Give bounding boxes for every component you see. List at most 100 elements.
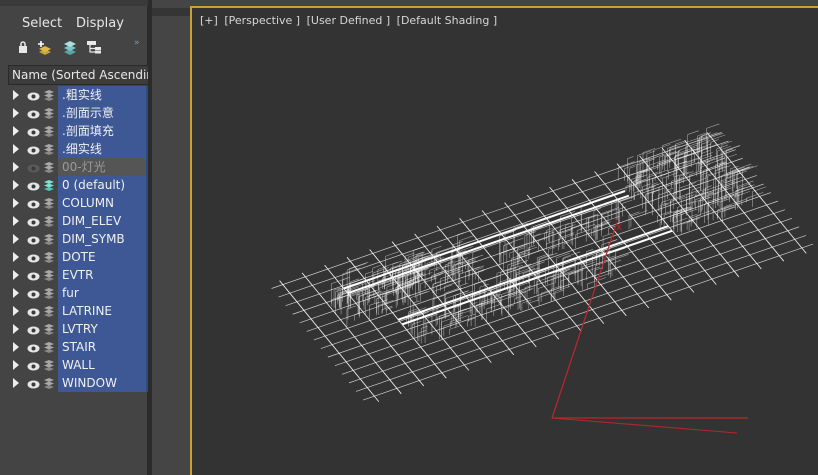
layer-name: .细实线 [62, 142, 102, 156]
panel-title-strip [0, 0, 148, 6]
eye-icon[interactable] [27, 144, 40, 155]
layer-stack-icon[interactable] [43, 124, 55, 138]
layer-stack-icon[interactable] [43, 376, 55, 390]
eye-icon[interactable] [27, 252, 40, 263]
eye-closed-icon[interactable] [27, 162, 40, 173]
layer-stack-icon[interactable] [43, 142, 55, 156]
layer-stack-icon[interactable] [43, 232, 55, 246]
explorer-toolbar: » [0, 38, 148, 62]
layer-name: DIM_SYMB [62, 232, 125, 246]
layer-row[interactable]: LVTRY [0, 320, 148, 338]
layer-row[interactable]: STAIR [0, 338, 148, 356]
layer-name: EVTR [62, 268, 94, 282]
expand-arrow-icon[interactable] [13, 198, 19, 208]
expand-arrow-icon[interactable] [13, 126, 19, 136]
name-column-header[interactable]: Name (Sorted Ascending [8, 65, 148, 85]
layer-name: WALL [62, 358, 95, 372]
layer-row[interactable]: WINDOW [0, 374, 148, 392]
layer-stack-icon[interactable] [43, 340, 55, 354]
perspective-viewport[interactable]: [+] [Perspective ] [User Defined ] [Defa… [190, 6, 818, 475]
layer-row[interactable]: COLUMN [0, 194, 148, 212]
expand-arrow-icon[interactable] [13, 360, 19, 370]
select-menu[interactable]: Select [22, 16, 62, 31]
layer-name: STAIR [62, 340, 97, 354]
layer-stack-icon[interactable] [43, 196, 55, 210]
expand-arrow-icon[interactable] [13, 216, 19, 226]
toolbar-overflow-icon[interactable]: » [134, 38, 140, 48]
expand-arrow-icon[interactable] [13, 252, 19, 262]
layer-stack-icon[interactable] [43, 268, 55, 282]
eye-icon[interactable] [27, 90, 40, 101]
eye-icon[interactable] [27, 108, 40, 119]
layer-row[interactable]: 00-灯光 [0, 158, 148, 176]
explorer-menubar: Select Display [0, 14, 148, 34]
layer-row[interactable]: .剖面填充 [0, 122, 148, 140]
expand-arrow-icon[interactable] [13, 108, 19, 118]
layer-stack-icon[interactable] [43, 304, 55, 318]
expand-arrow-icon[interactable] [13, 144, 19, 154]
layer-row[interactable]: .剖面示意 [0, 104, 148, 122]
expand-arrow-icon[interactable] [13, 306, 19, 316]
eye-icon[interactable] [27, 324, 40, 335]
layer-stack-icon[interactable] [43, 214, 55, 228]
layer-row[interactable]: DIM_SYMB [0, 230, 148, 248]
eye-icon[interactable] [27, 126, 40, 137]
add-layer-icon[interactable] [36, 40, 54, 58]
layer-name: .粗实线 [62, 88, 102, 102]
lock-icon[interactable] [14, 40, 32, 58]
layer-row[interactable]: LATRINE [0, 302, 148, 320]
layer-stack-icon[interactable] [43, 358, 55, 372]
viewport-side-strip [152, 0, 190, 475]
viewport-strip-top [152, 8, 190, 16]
expand-arrow-icon[interactable] [13, 288, 19, 298]
eye-icon[interactable] [27, 180, 40, 191]
scene-explorer-panel: Select Display » Name (Sorted Ascending … [0, 0, 148, 475]
eye-icon[interactable] [27, 198, 40, 209]
expand-arrow-icon[interactable] [13, 234, 19, 244]
layer-row[interactable]: DOTE [0, 248, 148, 266]
hierarchy-icon[interactable] [85, 40, 103, 58]
layer-row[interactable]: DIM_ELEV [0, 212, 148, 230]
eye-icon[interactable] [27, 234, 40, 245]
expand-arrow-icon[interactable] [13, 180, 19, 190]
layer-stack-icon[interactable] [43, 106, 55, 120]
layer-name: fur [62, 286, 79, 300]
layer-row[interactable]: .细实线 [0, 140, 148, 158]
expand-arrow-icon[interactable] [13, 270, 19, 280]
eye-icon[interactable] [27, 360, 40, 371]
layer-list: .粗实线 .剖面示意 .剖面填充 .细实线 00-灯光 0 (default) COLUMN… [0, 86, 148, 392]
expand-arrow-icon[interactable] [13, 324, 19, 334]
layer-row[interactable]: WALL [0, 356, 148, 374]
layer-stack-icon[interactable] [43, 160, 55, 174]
eye-icon[interactable] [27, 270, 40, 281]
layer-name: DIM_ELEV [62, 214, 122, 228]
active-layer-icon[interactable] [43, 178, 55, 192]
eye-icon[interactable] [27, 342, 40, 353]
expand-arrow-icon[interactable] [13, 162, 19, 172]
eye-icon[interactable] [27, 288, 40, 299]
wireframe-model[interactable]: x [192, 8, 818, 475]
layer-row[interactable]: EVTR [0, 266, 148, 284]
layer-stack-icon[interactable] [43, 250, 55, 264]
layer-stack-icon[interactable] [43, 286, 55, 300]
display-menu[interactable]: Display [76, 16, 124, 31]
expand-arrow-icon[interactable] [13, 342, 19, 352]
layer-row[interactable]: .粗实线 [0, 86, 148, 104]
layer-row[interactable]: 0 (default) [0, 176, 148, 194]
layer-name: 00-灯光 [62, 160, 106, 174]
layer-stack-icon[interactable] [43, 322, 55, 336]
layer-name: .剖面填充 [62, 124, 114, 138]
eye-icon[interactable] [27, 378, 40, 389]
expand-arrow-icon[interactable] [13, 90, 19, 100]
layer-name: .剖面示意 [62, 106, 114, 120]
layer-stack-icon[interactable] [43, 88, 55, 102]
layers-icon[interactable] [61, 40, 79, 58]
eye-icon[interactable] [27, 306, 40, 317]
expand-arrow-icon[interactable] [13, 378, 19, 388]
layer-name: WINDOW [62, 376, 117, 390]
eye-icon[interactable] [27, 216, 40, 227]
x-axis-label: x [616, 222, 622, 233]
layer-name: COLUMN [62, 196, 115, 210]
layer-name: DOTE [62, 250, 96, 264]
layer-row[interactable]: fur [0, 284, 148, 302]
